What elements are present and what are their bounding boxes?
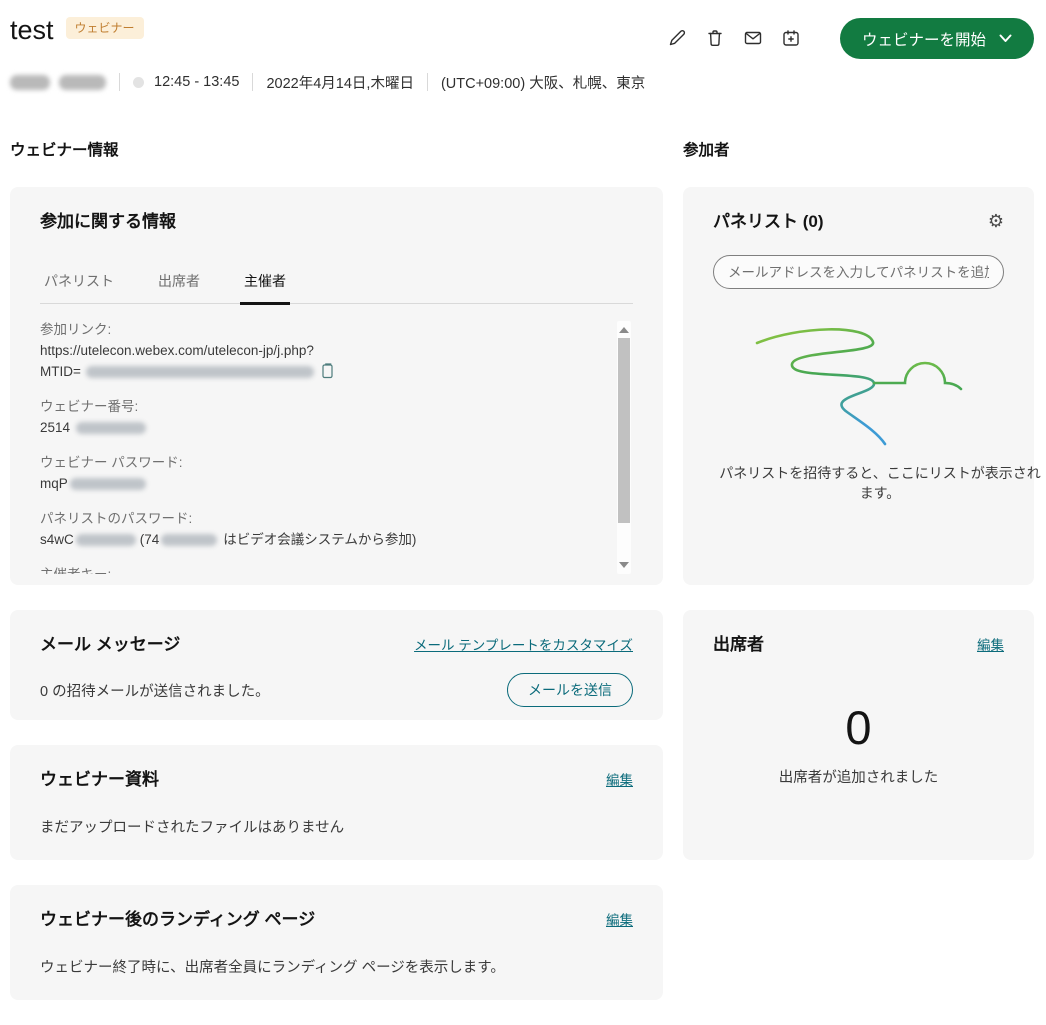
start-webinar-label: ウェビナーを開始	[862, 28, 986, 50]
panelist-empty-caption: パネリストを招待すると、ここにリストが表示されます。	[713, 463, 1046, 503]
panelist-card-title: パネリスト (0)	[713, 211, 824, 233]
email-message-card: メール メッセージ メール テンプレートをカスタマイズ 0 の招待メールが送信さ…	[10, 610, 663, 720]
scrollbar[interactable]	[617, 321, 631, 574]
join-info-card: 参加に関する情報 パネリスト 出席者 主催者 参加リンク: https://ut…	[10, 187, 663, 585]
host-key-label: 主催者キー:	[40, 564, 581, 574]
panelist-settings-button[interactable]: ⚙	[988, 211, 1004, 231]
join-info-title: 参加に関する情報	[40, 211, 633, 233]
webinar-number-redacted	[76, 422, 146, 434]
pencil-icon	[667, 28, 687, 48]
materials-card-title: ウェビナー資料	[40, 769, 159, 791]
topbar: test ウェビナー	[10, 14, 1034, 59]
webinar-password-prefix: mqP	[40, 476, 68, 491]
section-title-participants: 参加者	[683, 143, 1034, 159]
add-to-calendar-button[interactable]	[780, 28, 802, 50]
video-system-number-redacted	[161, 534, 217, 546]
scrollbar-up-arrow[interactable]	[619, 327, 629, 333]
divider	[119, 73, 120, 91]
tab-host[interactable]: 主催者	[240, 263, 290, 305]
webinar-meta-row: 12:45 - 13:45 2022年4月14日,木曜日 (UTC+09:00)…	[10, 71, 1034, 93]
webinar-timezone: (UTC+09:00) 大阪、札幌、東京	[441, 72, 645, 93]
webinar-password-label: ウェビナー パスワード:	[40, 452, 581, 473]
copy-icon	[321, 363, 334, 379]
trash-icon	[705, 28, 725, 48]
landing-edit-link[interactable]: 編集	[606, 909, 633, 929]
webinar-date: 2022年4月14日,木曜日	[266, 72, 413, 93]
join-link-mtid-prefix: MTID=	[40, 364, 81, 379]
landing-description: ウェビナー終了時に、出席者全員にランディング ページを表示します。	[40, 956, 633, 977]
panelist-password-redacted	[76, 534, 136, 546]
webinar-time: 12:45 - 13:45	[154, 74, 239, 90]
edit-webinar-button[interactable]	[666, 28, 688, 50]
attendee-count-caption: 出席者が追加されました	[713, 766, 1004, 787]
customize-email-template-link[interactable]: メール テンプレートをカスタマイズ	[414, 634, 633, 654]
scrollbar-thumb[interactable]	[618, 338, 630, 523]
attendee-card-title: 出席者	[713, 634, 764, 656]
join-info-content: 参加リンク: https://utelecon.webex.com/utelec…	[40, 319, 633, 574]
status-dot	[133, 77, 144, 88]
email-status-text: 0 の招待メールが送信されました。	[40, 680, 270, 701]
scrollbar-down-arrow[interactable]	[619, 562, 629, 568]
join-info-tabs: パネリスト 出席者 主催者	[40, 263, 633, 304]
divider	[252, 73, 253, 91]
delete-webinar-button[interactable]	[704, 28, 726, 50]
start-webinar-button[interactable]: ウェビナーを開始	[840, 18, 1034, 59]
calendar-plus-icon	[781, 28, 801, 48]
tab-attendee[interactable]: 出席者	[154, 263, 204, 305]
panelist-password-prefix: s4wC	[40, 532, 74, 547]
divider	[427, 73, 428, 91]
materials-card: ウェビナー資料 編集 まだアップロードされたファイルはありません	[10, 745, 663, 860]
panelist-password-label: パネリストのパスワード:	[40, 508, 581, 529]
email-webinar-button[interactable]	[742, 28, 764, 50]
email-card-title: メール メッセージ	[40, 634, 180, 656]
webinar-password-redacted	[70, 478, 146, 490]
materials-edit-link[interactable]: 編集	[606, 769, 633, 789]
join-link-url: https://utelecon.webex.com/utelecon-jp/j…	[40, 340, 581, 361]
panelist-password-paren: (74	[140, 532, 160, 547]
landing-card-title: ウェビナー後のランディング ページ	[40, 909, 315, 931]
panelist-card: パネリスト (0) ⚙	[683, 187, 1034, 585]
envelope-icon	[743, 28, 763, 48]
add-panelist-input[interactable]	[713, 255, 1004, 289]
landing-page-card: ウェビナー後のランディング ページ 編集 ウェビナー終了時に、出席者全員にランデ…	[10, 885, 663, 1000]
panelist-password-note: はビデオ会議システムから参加)	[223, 532, 416, 547]
webinar-type-badge: ウェビナー	[66, 17, 144, 39]
attendee-count: 0	[713, 702, 1004, 754]
host-name-redacted	[59, 75, 106, 90]
send-email-button[interactable]: メールを送信	[507, 673, 633, 707]
mtid-redacted	[86, 366, 314, 378]
tab-panelist[interactable]: パネリスト	[40, 263, 118, 305]
webinar-detail-page: test ウェビナー	[0, 0, 1046, 1008]
attendee-card: 出席者 編集 0 出席者が追加されました	[683, 610, 1034, 860]
attendee-edit-link[interactable]: 編集	[977, 634, 1004, 654]
section-title-webinar-info: ウェビナー情報	[10, 143, 663, 159]
webinar-number-label: ウェビナー番号:	[40, 396, 581, 417]
webinar-number-prefix: 2514	[40, 420, 70, 435]
host-name-redacted	[10, 75, 50, 90]
materials-empty-text: まだアップロードされたファイルはありません	[40, 816, 633, 837]
gear-icon: ⚙	[988, 211, 1004, 231]
page-title: test	[10, 14, 54, 46]
chevron-down-icon	[999, 34, 1012, 43]
empty-panelist-illustration	[739, 319, 979, 447]
copy-link-button[interactable]	[321, 363, 334, 382]
join-link-label: 参加リンク:	[40, 319, 581, 340]
